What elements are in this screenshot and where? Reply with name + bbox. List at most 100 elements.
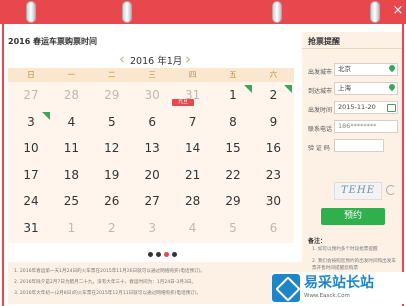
calendar-day[interactable]: 14 [173,137,213,164]
calendar-day[interactable]: 4 [173,217,213,244]
calendar-day[interactable]: 1 [51,217,91,244]
calendar-day[interactable]: 7 [173,111,213,138]
calendar-icon[interactable] [387,104,396,112]
day-number: 5 [107,114,116,129]
ticket-flag-icon [284,85,293,93]
day-number: 27 [144,194,160,208]
day-number: 6 [148,114,156,129]
note-line: 3. 2016年大年初一(2月8日)的火车票在2015年12月11日就可以通过网… [14,291,202,296]
pager-dot[interactable] [164,252,169,257]
pager-dot[interactable] [148,252,153,257]
day-number: 5 [229,220,237,235]
note-line: 1. 2016年春运第一天1月24日的火车票在2015年11月26日就可以通过网… [14,269,206,274]
day-number: 4 [67,114,76,129]
day-number: 12 [104,141,120,155]
notes-panel: 1. 2016年春运第一天1月24日的火车票在2015年11月26日就可以通过网… [8,262,308,304]
note-item: 1. 如可以预约多个时段抢票提醒 [312,247,378,252]
calendar-day[interactable]: 21 [173,164,213,191]
pager-dot[interactable] [156,252,161,257]
calendar-day[interactable]: 17 [11,164,51,191]
calendar-day[interactable]: 10 [11,137,51,164]
calendar-day[interactable]: 3 [11,111,51,138]
note-line: 2. 2016年除夕是2月7日为腊月二十九，没有大年三十，春运时间为：1月24日… [14,280,197,285]
day-number: 30 [144,88,160,102]
calendar-day[interactable]: 1 [213,84,253,111]
captcha-input[interactable] [334,139,384,152]
calendar-day[interactable]: 13 [132,137,172,164]
book-button[interactable]: 预约 [321,208,385,225]
day-number: 3 [148,220,156,235]
divider [302,48,402,49]
day-number: 21 [184,167,201,182]
calendar-day[interactable]: 29 [213,190,253,217]
calendar-day[interactable]: 28 [173,190,213,217]
page-title: 2016 春运车票购票时间 [8,37,98,46]
calendar-day[interactable]: 5 [213,217,253,244]
calendar-day[interactable]: 25 [51,190,91,217]
calendar-day[interactable]: 18 [51,164,91,191]
day-number: 15 [225,141,241,155]
calendar-day[interactable]: 2 [253,84,293,111]
calendar-day[interactable]: 6 [253,217,293,244]
day-number: 1 [67,220,76,235]
calendar-day[interactable]: 26 [92,190,132,217]
pager-dot[interactable] [172,252,177,257]
calendar-day[interactable]: 19 [92,164,132,191]
day-number: 13 [144,141,160,155]
calendar-day[interactable]: 3 [132,217,172,244]
day-number: 20 [144,167,160,182]
calendar-day[interactable]: 22 [213,164,253,191]
booking-panel: 抢票提醒 出发城市 北京 到达城市 上海 出发时间 2015-11-20 联系电… [302,32,402,302]
weekday-label: 一 [67,70,76,79]
weekday-label: 三 [148,70,156,79]
calendar-day[interactable]: 30 [253,190,293,217]
chevron-right-icon[interactable]: › [182,50,194,68]
booking-title: 抢票提醒 [308,37,340,46]
pager-dots [148,252,182,258]
calendar-day[interactable]: 28 [51,84,91,111]
calendar-day[interactable]: 6 [132,111,172,138]
chevron-left-icon[interactable]: ‹ [116,50,128,68]
calendar-day[interactable]: 31 [11,217,51,244]
calendar-day[interactable]: 4 [51,111,91,138]
calendar-day[interactable]: 23 [253,164,293,191]
brand-logo: 易采站长站 Www.Easck.Com [272,272,404,304]
day-number: 30 [265,194,282,208]
calendar-day[interactable]: 11 [51,137,91,164]
day-number: 24 [23,194,39,208]
calendar-day[interactable]: 27 [11,84,51,111]
phone-field[interactable]: 186******** [334,120,398,133]
calendar-day[interactable]: 5 [92,111,132,138]
note-heading: 备注： [308,238,327,245]
location-pin-icon [388,63,396,76]
day-number: 14 [184,141,201,155]
to-city-label: 到达城市 [308,88,333,95]
calendar-day[interactable]: 2 [92,217,132,244]
calendar-day[interactable]: 12 [92,137,132,164]
day-number: 2 [107,220,116,235]
binder-ring-icon [26,1,36,23]
calendar-day[interactable]: 29 [92,84,132,111]
calendar-day[interactable]: 9 [253,111,293,138]
calendar-day[interactable]: 24 [11,190,51,217]
day-number: 28 [63,88,80,102]
ticket-flag-icon [244,85,252,93]
calendar-day[interactable]: 20 [132,164,172,191]
day-number: 29 [225,194,241,208]
calendar-day[interactable]: 15 [213,137,253,164]
day-number: 8 [229,114,237,129]
location-pin-icon [388,82,396,95]
day-number: 23 [265,167,282,182]
day-number: 27 [23,88,39,102]
calendar-day[interactable]: 8 [213,111,253,138]
close-button[interactable]: × [392,2,404,20]
date-label: 出发时间 [308,107,333,114]
calendar-day[interactable]: 30 [132,84,172,111]
refresh-icon[interactable] [386,185,396,195]
calendar-day[interactable]: 31 [173,84,213,111]
calendar-day[interactable]: 27 [132,190,172,217]
note-item: 2. 我们会按照您预约的出发时间和出发车票开售时间提醒您购票 [312,259,396,271]
calendar-day[interactable]: 16 [253,137,293,164]
weekday-label: 二 [108,70,116,79]
day-number: 4 [188,220,197,235]
